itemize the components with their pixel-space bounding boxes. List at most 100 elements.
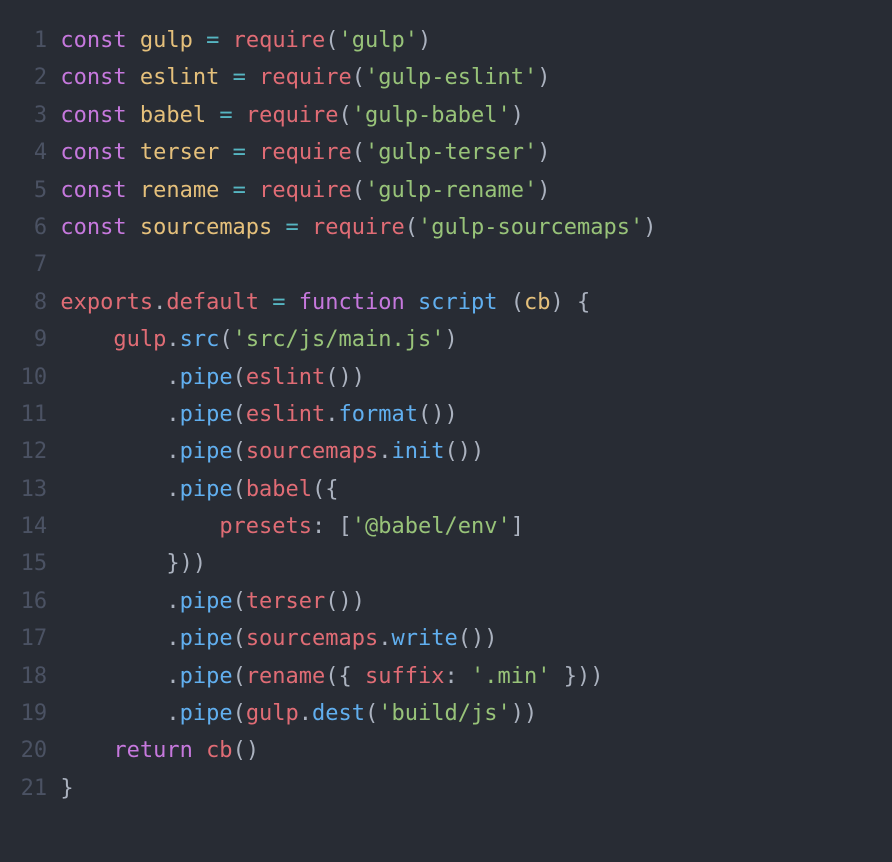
- token: eslint: [246, 365, 325, 390]
- token: (: [219, 327, 232, 352]
- code-line: 17 .pipe(sourcemaps.write()): [18, 620, 874, 657]
- token: write: [392, 626, 458, 651]
- token: pipe: [180, 589, 233, 614]
- token: {: [339, 664, 352, 689]
- code-line: 15 })): [18, 545, 874, 582]
- token: exports: [60, 290, 153, 315]
- token: (: [352, 65, 365, 90]
- token: =: [219, 103, 232, 128]
- token: (: [233, 365, 246, 390]
- token: default: [166, 290, 259, 315]
- token: init: [392, 439, 445, 464]
- token: cb: [524, 290, 551, 315]
- token: ): [193, 551, 206, 576]
- token: const: [60, 103, 139, 128]
- token: [60, 701, 166, 726]
- code-line: 9 gulp.src('src/js/main.js'): [18, 321, 874, 358]
- line-number: 5: [18, 172, 47, 209]
- token: [246, 178, 259, 203]
- token: function: [299, 290, 418, 315]
- code-content: const eslint = require('gulp-eslint'): [60, 59, 874, 96]
- token: [219, 140, 232, 165]
- token: [458, 664, 471, 689]
- token: gulp: [113, 327, 166, 352]
- line-number: 21: [18, 770, 47, 807]
- token: sourcemaps: [140, 215, 272, 240]
- token: ): [590, 664, 603, 689]
- token: const: [60, 178, 139, 203]
- token: [272, 215, 285, 240]
- token: pipe: [180, 365, 233, 390]
- token: (: [352, 178, 365, 203]
- line-number: 9: [18, 321, 47, 358]
- code-line: 20 return cb(): [18, 732, 874, 769]
- code-content: presets: ['@babel/env']: [60, 508, 874, 545]
- token: (: [325, 589, 338, 614]
- token: [352, 664, 365, 689]
- token: [60, 365, 166, 390]
- token: cb: [206, 738, 233, 763]
- token: ): [352, 589, 365, 614]
- line-number: 4: [18, 134, 47, 171]
- token: [60, 589, 166, 614]
- token: presets: [219, 514, 312, 539]
- token: pipe: [180, 701, 233, 726]
- token: const: [60, 215, 139, 240]
- token: [286, 290, 299, 315]
- token: .: [166, 477, 179, 502]
- token: ): [445, 327, 458, 352]
- token: [246, 65, 259, 90]
- token: (: [233, 439, 246, 464]
- token: {: [577, 290, 590, 315]
- token: (: [233, 402, 246, 427]
- token: terser: [140, 140, 219, 165]
- token: ): [418, 28, 431, 53]
- token: [564, 290, 577, 315]
- line-number: 16: [18, 583, 47, 620]
- token: [233, 103, 246, 128]
- token: pipe: [180, 439, 233, 464]
- token: [551, 664, 564, 689]
- token: [219, 28, 232, 53]
- token: ): [471, 626, 484, 651]
- token: 'gulp': [339, 28, 418, 53]
- token: (: [233, 664, 246, 689]
- token: ): [339, 589, 352, 614]
- token: (: [325, 28, 338, 53]
- token: ): [511, 701, 524, 726]
- line-number: 14: [18, 508, 47, 545]
- line-number: 8: [18, 284, 47, 321]
- code-line: 2const eslint = require('gulp-eslint'): [18, 59, 874, 96]
- token: pipe: [180, 626, 233, 651]
- token: .: [166, 327, 179, 352]
- token: [325, 514, 338, 539]
- token: ): [339, 365, 352, 390]
- code-content: }: [60, 770, 874, 807]
- token: .: [378, 439, 391, 464]
- code-editor: 1const gulp = require('gulp')2const esli…: [0, 0, 892, 829]
- line-number: 6: [18, 209, 47, 246]
- line-number: 13: [18, 471, 47, 508]
- token: [60, 551, 166, 576]
- token: (: [352, 140, 365, 165]
- code-content: gulp.src('src/js/main.js'): [60, 321, 874, 358]
- token: [: [339, 514, 352, 539]
- code-content: const rename = require('gulp-rename'): [60, 172, 874, 209]
- token: [259, 290, 272, 315]
- token: ): [352, 365, 365, 390]
- token: src: [180, 327, 220, 352]
- token: ]: [511, 514, 524, 539]
- token: =: [206, 28, 219, 53]
- code-content: .pipe(eslint()): [60, 359, 874, 396]
- code-content: [60, 246, 874, 283]
- token: ): [180, 551, 193, 576]
- token: [219, 65, 232, 90]
- token: 'gulp-babel': [352, 103, 511, 128]
- token: (: [312, 477, 325, 502]
- token: ): [246, 738, 259, 763]
- token: :: [312, 514, 325, 539]
- token: ): [431, 402, 444, 427]
- token: (: [325, 664, 338, 689]
- code-line: 14 presets: ['@babel/env']: [18, 508, 874, 545]
- code-line: 6const sourcemaps = require('gulp-source…: [18, 209, 874, 246]
